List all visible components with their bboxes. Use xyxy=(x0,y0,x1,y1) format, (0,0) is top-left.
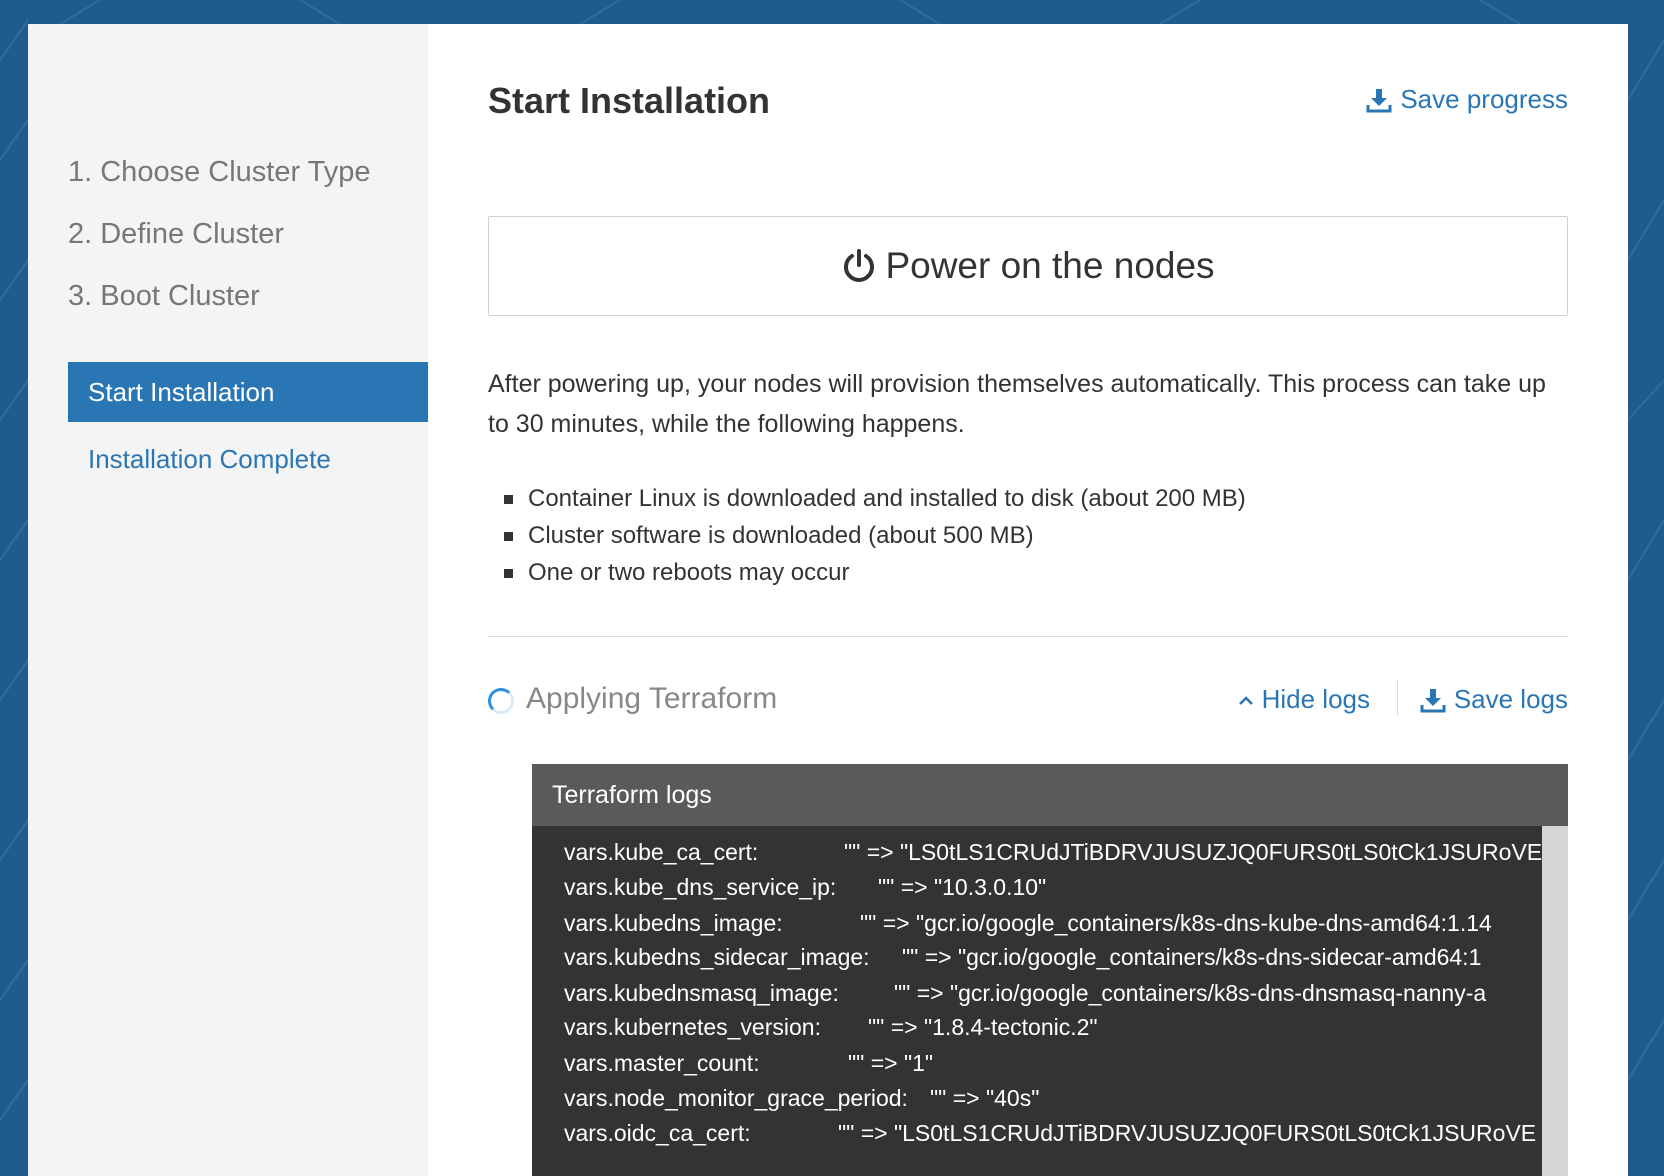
hide-logs-button[interactable]: Hide logs xyxy=(1238,684,1370,715)
log-line: vars.master_count: "" => "1" xyxy=(564,1050,934,1076)
divider xyxy=(488,636,1568,637)
save-progress-label: Save progress xyxy=(1400,84,1568,114)
provision-description: After powering up, your nodes will provi… xyxy=(488,370,1546,438)
sidebar-step-define-cluster[interactable]: 2. Define Cluster xyxy=(68,218,284,251)
terraform-status-row: Applying Terraform Hide logs Save logs xyxy=(488,680,1568,730)
logs-header: Terraform logs xyxy=(532,764,1568,826)
download-icon xyxy=(1366,88,1392,112)
list-item: Cluster software is downloaded (about 50… xyxy=(504,517,1246,554)
log-line: vars.kubedns_sidecar_image: "" => "gcr.io… xyxy=(564,944,1482,970)
page-title: Start Installation xyxy=(488,80,771,121)
save-progress-button[interactable]: Save progress xyxy=(1366,84,1568,115)
list-item: One or two reboots may occur xyxy=(504,554,1246,591)
log-line: vars.oidc_ca_cert: "" => "LS0tLS1CRUdJTiB… xyxy=(564,1120,1537,1146)
save-logs-button[interactable]: Save logs xyxy=(1420,684,1568,715)
spinner-icon xyxy=(488,688,514,714)
sidebar-step-boot-cluster[interactable]: 3. Boot Cluster xyxy=(68,280,260,313)
power-icon xyxy=(844,249,875,282)
list-item: Container Linux is downloaded and instal… xyxy=(504,480,1246,517)
sidebar-item-start-installation[interactable]: Start Installation xyxy=(68,362,428,422)
power-on-nodes-button[interactable]: Power on the nodes xyxy=(488,216,1568,316)
status-text: Applying Terraform xyxy=(526,682,778,715)
chevron-up-icon xyxy=(1238,695,1253,705)
sidebar-step-choose-cluster-type[interactable]: 1. Choose Cluster Type xyxy=(68,156,371,189)
hide-logs-label: Hide logs xyxy=(1261,684,1370,714)
sidebar: 1. Choose Cluster Type 2. Define Cluster… xyxy=(28,24,428,1176)
log-line: vars.kubernetes_version: "" => "1.8.4-tec… xyxy=(564,1014,1098,1040)
power-on-nodes-label: Power on the nodes xyxy=(885,245,1215,286)
log-line: vars.kubedns_image: "" => "gcr.io/google_… xyxy=(564,910,1492,936)
logs-body[interactable]: vars.kube_ca_cert: "" => "LS0tLS1CRUdJTiB… xyxy=(532,826,1542,1176)
log-line: vars.kubednsmasq_image: "" => "gcr.io/goo… xyxy=(564,980,1487,1006)
log-line: vars.node_monitor_grace_period: "" => "40… xyxy=(564,1085,1040,1111)
download-icon xyxy=(1420,688,1446,712)
save-logs-label: Save logs xyxy=(1453,684,1568,714)
logs-scrollbar[interactable] xyxy=(1542,826,1568,1176)
provision-steps-list: Container Linux is downloaded and instal… xyxy=(504,480,1246,591)
terraform-logs-panel: Terraform logs vars.kube_ca_cert: "" => "… xyxy=(532,764,1568,1176)
action-separator xyxy=(1397,680,1398,716)
sidebar-item-installation-complete[interactable]: Installation Complete xyxy=(88,444,331,475)
installer-card: 1. Choose Cluster Type 2. Define Cluster… xyxy=(28,24,1628,1176)
main-content: Start Installation Save progress Power o… xyxy=(488,24,1568,1176)
log-line: vars.kube_dns_service_ip: "" => "10.3.0.1… xyxy=(564,874,1047,900)
log-line: vars.kube_ca_cert: "" => "LS0tLS1CRUdJTiB… xyxy=(564,839,1542,865)
